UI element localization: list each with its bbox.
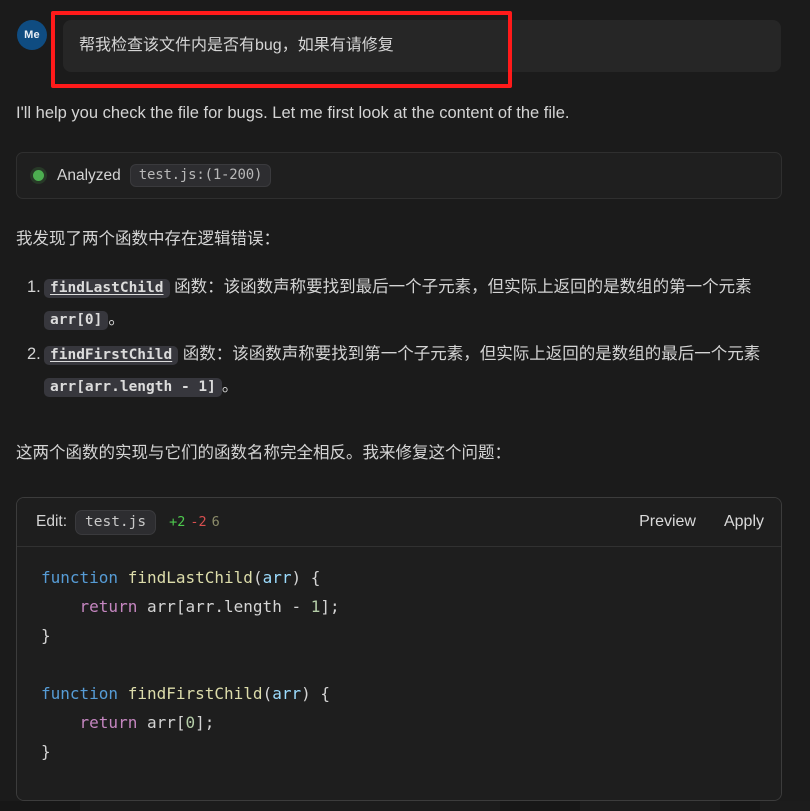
code-token: findLastChild bbox=[127, 568, 253, 587]
status-bar-segment bbox=[760, 801, 810, 811]
status-bar-segment bbox=[80, 801, 500, 811]
code-line: function findFirstChild(arr) { bbox=[17, 679, 781, 708]
code-token: ]; bbox=[320, 597, 340, 616]
code-token: arr bbox=[262, 568, 292, 587]
code-token: function bbox=[41, 568, 119, 587]
code-token: } bbox=[41, 626, 51, 645]
assistant-intro-text: I'll help you check the file for bugs. L… bbox=[16, 104, 570, 122]
code-token: return bbox=[79, 597, 138, 616]
list-item: 2. findFirstChild 函数：该函数声称要找到第一个子元素，但实际上… bbox=[16, 339, 796, 403]
edit-card-actions: Preview Apply bbox=[639, 513, 764, 531]
function-name-chip[interactable]: findFirstChild bbox=[44, 346, 179, 365]
apply-button[interactable]: Apply bbox=[724, 513, 764, 531]
preview-button[interactable]: Preview bbox=[639, 513, 696, 531]
user-message-bubble[interactable]: 帮我检查该文件内是否有bug，如果有请修复 bbox=[63, 20, 781, 72]
code-token: arr bbox=[272, 684, 302, 703]
code-token: ) { bbox=[301, 684, 331, 703]
code-token: ( bbox=[252, 568, 263, 587]
diff-stats: +2 -2 6 bbox=[169, 514, 220, 530]
analyzed-file-chip[interactable]: test.js:(1-200) bbox=[129, 164, 272, 187]
code-line: return arr[arr.length - 1]; bbox=[17, 592, 781, 621]
assistant-conclusion-text: 这两个函数的实现与它们的函数名称完全相反。我来修复这个问题： bbox=[16, 444, 511, 462]
edit-label: Edit: bbox=[36, 513, 68, 530]
code-line: return arr[0]; bbox=[17, 708, 781, 737]
code-token: 1 bbox=[310, 597, 321, 616]
analyzed-tool-card[interactable]: Analyzed test.js:(1-200) bbox=[16, 152, 782, 199]
code-token: ( bbox=[262, 684, 273, 703]
code-block[interactable]: function findLastChild(arr) { return arr… bbox=[17, 547, 781, 800]
diff-additions: +2 bbox=[169, 514, 186, 530]
list-item-tail: 。 bbox=[221, 377, 239, 395]
list-item-number: 2. bbox=[27, 345, 41, 363]
edit-file-chip[interactable]: test.js bbox=[75, 509, 157, 535]
list-item: 1. findLastChild 函数：该函数声称要找到最后一个子元素，但实际上… bbox=[16, 272, 796, 336]
diff-deletions: -2 bbox=[190, 514, 207, 530]
code-line: } bbox=[17, 621, 781, 650]
code-token: 0 bbox=[185, 713, 196, 732]
status-bar-segment bbox=[580, 801, 720, 811]
code-token: function bbox=[41, 684, 119, 703]
code-token: ]; bbox=[195, 713, 215, 732]
findings-list: 1. findLastChild 函数：该函数声称要找到最后一个子元素，但实际上… bbox=[16, 272, 796, 406]
list-item-tail: 。 bbox=[108, 310, 125, 328]
inline-code-chip: arr[arr.length - 1] bbox=[44, 378, 222, 397]
status-dot-icon bbox=[33, 170, 44, 181]
list-item-body: 函数：该函数声称要找到第一个子元素，但实际上返回的是数组的最后一个元素 bbox=[178, 345, 761, 363]
list-item-text: findLastChild 函数：该函数声称要找到最后一个子元素，但实际上返回的… bbox=[44, 272, 796, 336]
code-token: arr[arr.length - bbox=[137, 597, 311, 616]
findings-intro-text: 我发现了两个函数中存在逻辑错误： bbox=[16, 230, 280, 248]
list-item-text: findFirstChild 函数：该函数声称要找到第一个子元素，但实际上返回的… bbox=[44, 339, 796, 403]
code-token: arr[ bbox=[137, 713, 186, 732]
chat-panel: Me 帮我检查该文件内是否有bug，如果有请修复 I'll help you c… bbox=[0, 0, 810, 811]
code-line: function findLastChild(arr) { bbox=[17, 563, 781, 592]
function-name-chip[interactable]: findLastChild bbox=[44, 279, 170, 298]
code-token: ) { bbox=[291, 568, 321, 587]
code-line: } bbox=[17, 737, 781, 766]
list-item-body: 函数：该函数声称要找到最后一个子元素，但实际上返回的是数组的第一个元素 bbox=[169, 278, 752, 296]
code-token: findFirstChild bbox=[127, 684, 263, 703]
avatar: Me bbox=[17, 20, 47, 50]
analyzed-status-label: Analyzed bbox=[57, 166, 121, 184]
code-token: return bbox=[79, 713, 138, 732]
diff-total: 6 bbox=[211, 514, 220, 530]
bottom-status-bar bbox=[0, 801, 810, 811]
inline-code-chip: arr[0] bbox=[44, 311, 109, 330]
edit-proposal-card: Edit: test.js +2 -2 6 Preview Apply func… bbox=[16, 497, 782, 801]
list-item-number: 1. bbox=[27, 278, 41, 296]
code-token: } bbox=[41, 742, 51, 761]
edit-card-header: Edit: test.js +2 -2 6 Preview Apply bbox=[17, 498, 781, 547]
